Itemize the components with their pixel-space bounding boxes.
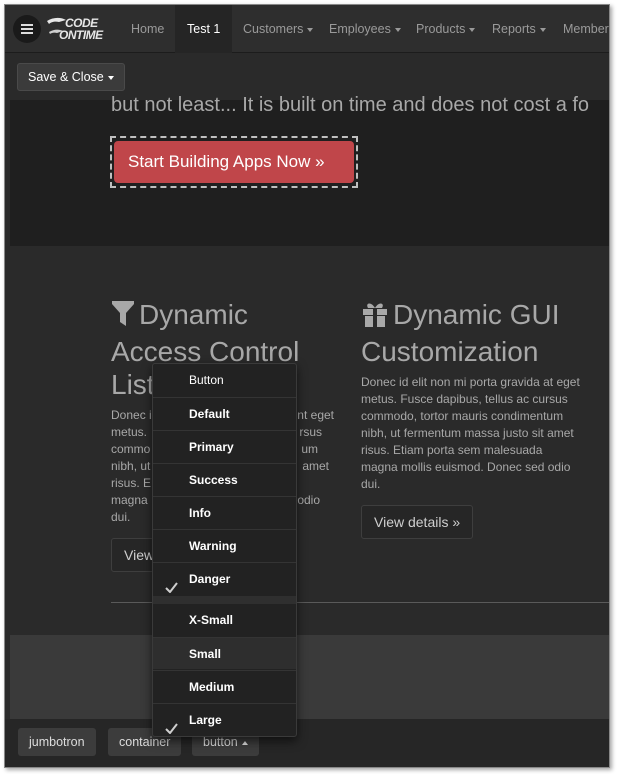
caret-down-icon (107, 75, 114, 80)
hamburger-menu-button[interactable] (13, 15, 41, 43)
menu-item-label: Warning (189, 539, 237, 553)
column-title-gui-customization: Dynamic GUI Customization (361, 298, 559, 368)
text-line: metus. (111, 425, 148, 439)
text-line: risus. Etiam porta sem malesuada (361, 443, 543, 457)
code-on-time-logo[interactable]: CODE ONTIME (45, 15, 115, 45)
text-line: Donec i (111, 408, 152, 422)
text-line: dui. (111, 510, 131, 524)
nav-label: Reports (492, 22, 536, 36)
text-line: risus. E (111, 476, 152, 490)
text-line: magna mollis euismod. Donec sed odio (361, 460, 571, 474)
title-line: Dynamic GUI (393, 299, 560, 330)
nav-item-home[interactable]: Home (119, 5, 176, 53)
save-close-label: Save & Close (28, 70, 104, 84)
text-line: Donec id elit non mi porta gravida at eg… (361, 375, 580, 389)
menu-item-danger[interactable]: Danger (153, 562, 296, 594)
text-line: commo (111, 442, 151, 456)
menu-item-label: Info (189, 506, 211, 520)
app-window: CODE ONTIME Home Test 1 Customers Employ… (4, 4, 610, 768)
text-line-tail: rsus (299, 425, 322, 439)
start-building-apps-button[interactable]: Start Building Apps Now » (114, 141, 354, 183)
menu-item-label: Danger (189, 572, 231, 586)
text-line: nibh, ut fermentum massa justo sit amet (361, 426, 574, 440)
nav-item-employees[interactable]: Employees (317, 5, 413, 53)
menu-item-medium[interactable]: Medium (153, 670, 296, 702)
nav-label: Test 1 (187, 22, 221, 36)
text-line-tail: amet (302, 459, 329, 473)
nav-label: Customers (243, 22, 304, 36)
menu-item-label: Medium (189, 680, 235, 694)
menu-item-label: Default (189, 407, 230, 421)
nav-item-members[interactable]: Member (551, 5, 609, 53)
caret-up-icon (241, 740, 248, 745)
button-style-dropdown-menu: Button Default Primary Success Info Warn… (152, 363, 297, 737)
title-line: List (111, 369, 155, 400)
nav-item-test-1[interactable]: Test 1 (175, 5, 233, 53)
nav-label: Employees (329, 22, 391, 36)
menu-item-label: Small (189, 647, 222, 661)
breadcrumb-button-label: button (203, 735, 238, 749)
column-text-gui-customization: Donec id elit non mi porta gravida at eg… (361, 374, 606, 493)
jumbotron[interactable]: but not least... It is built on time and… (10, 94, 609, 246)
text-line-tail: um (301, 442, 318, 456)
menu-icon-bar (21, 32, 33, 34)
menu-item-warning[interactable]: Warning (153, 529, 296, 561)
menu-item-label: Success (189, 473, 238, 487)
text-line: dui. (361, 477, 381, 491)
menu-item-label: Large (189, 713, 222, 727)
nav-label: Home (131, 22, 165, 36)
caret-down-icon (469, 27, 476, 32)
logo-text-line2: ONTIME (59, 28, 103, 42)
nav-item-products[interactable]: Products (404, 5, 487, 53)
menu-header-button: Button (189, 373, 224, 387)
view-details-button-gui-customization[interactable]: View details » (361, 505, 474, 539)
nav-label: Products (416, 22, 466, 36)
caret-down-icon (307, 27, 314, 32)
caret-down-icon (394, 27, 401, 32)
menu-separator (153, 596, 296, 604)
title-line: Dynamic (139, 299, 248, 330)
title-line: Customization (361, 336, 539, 367)
menu-item-label: Primary (189, 440, 234, 454)
filter-icon (111, 300, 135, 335)
menu-item-x-small[interactable]: X-Small (153, 604, 296, 636)
footer-band (10, 635, 609, 719)
menu-item-label: X-Small (189, 613, 234, 627)
text-line: metus. Fusce dapibus, tellus ac cursus (361, 392, 568, 406)
checkmark-icon (165, 714, 178, 746)
save-close-button[interactable]: Save & Close (17, 63, 125, 91)
jumbotron-text: but not least... It is built on time and… (111, 94, 590, 116)
nav-label: Member (563, 22, 609, 36)
menu-item-primary[interactable]: Primary (153, 430, 296, 462)
text-line-tail: nt eget (297, 408, 334, 422)
breadcrumb-jumbotron[interactable]: jumbotron (18, 728, 96, 756)
gift-icon (361, 300, 389, 335)
menu-item-large[interactable]: Large (153, 703, 296, 735)
menu-icon-bar (21, 28, 33, 30)
text-line: nibh, ut (111, 459, 151, 473)
text-line: commodo, tortor mauris condimentum (361, 409, 564, 423)
top-navbar: CODE ONTIME Home Test 1 Customers Employ… (5, 5, 609, 53)
menu-item-default[interactable]: Default (153, 397, 296, 429)
text-line-tail: odio (297, 493, 320, 507)
form-toolbar: Save & Close (5, 53, 609, 100)
element-breadcrumb-bar: jumbotron container button (5, 719, 609, 767)
menu-item-info[interactable]: Info (153, 496, 296, 528)
nav-item-customers[interactable]: Customers (231, 5, 325, 53)
menu-item-success[interactable]: Success (153, 463, 296, 495)
menu-icon (21, 24, 33, 26)
menu-item-small[interactable]: Small (153, 637, 296, 669)
text-line: magna (111, 493, 148, 507)
nav-item-reports[interactable]: Reports (480, 5, 558, 53)
caret-down-icon (539, 27, 546, 32)
